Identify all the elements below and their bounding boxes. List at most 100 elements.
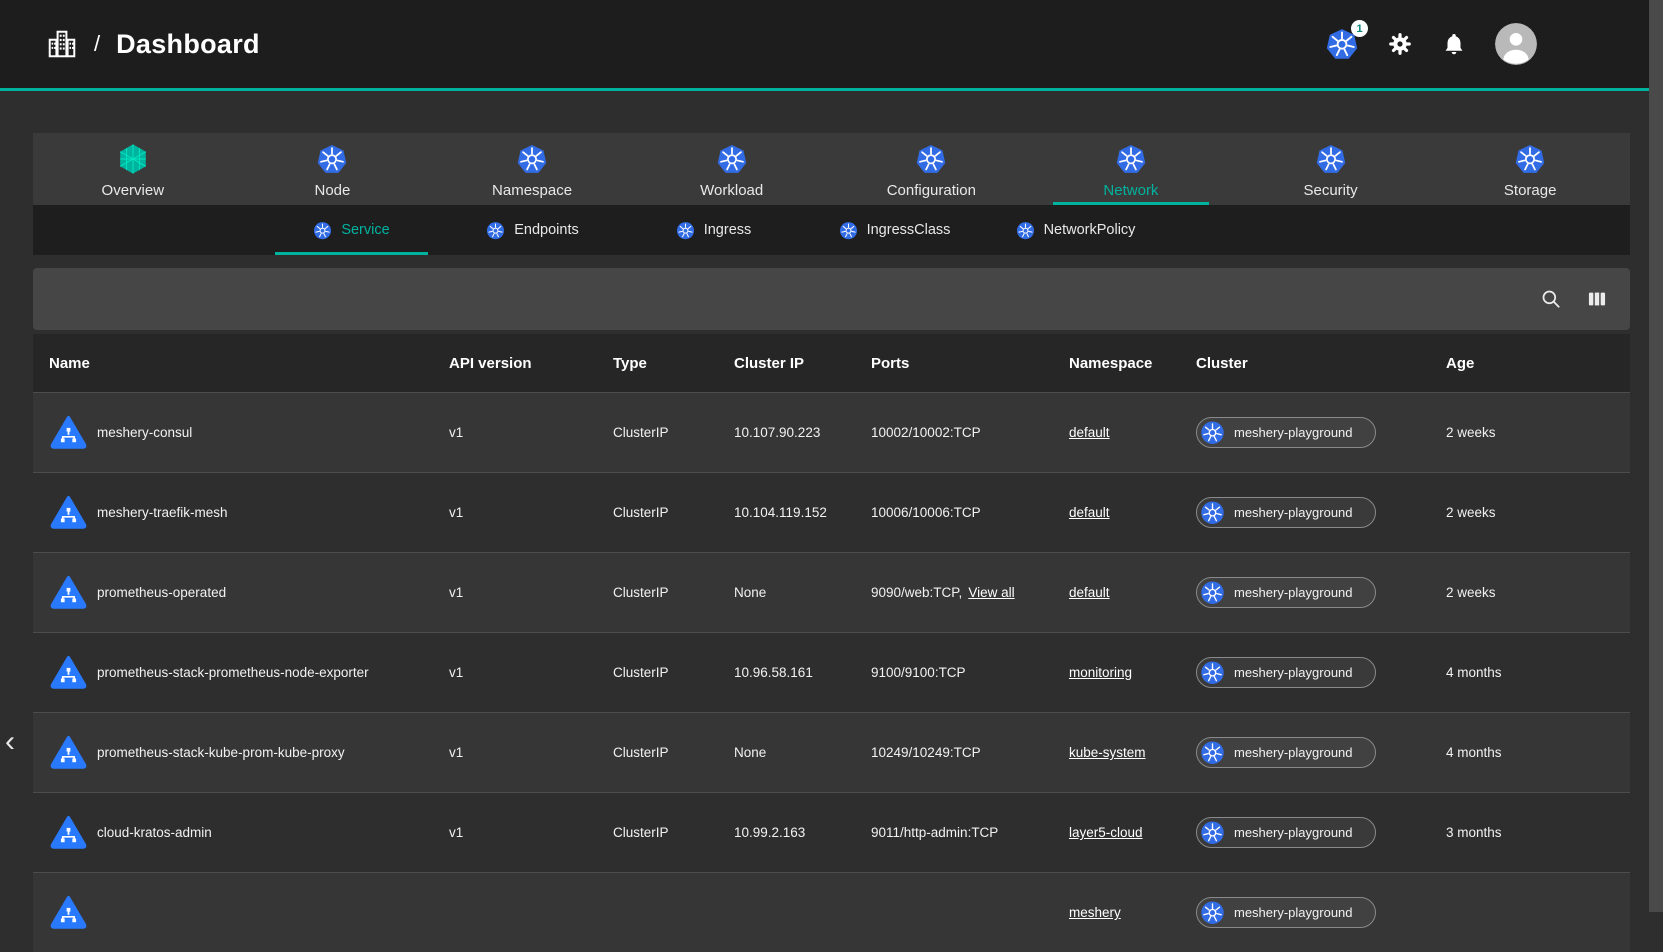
kubernetes-icon [1016,221,1035,240]
tab-network[interactable]: Network [1031,133,1231,205]
kubernetes-icon [516,143,548,175]
cluster-chip[interactable]: meshery-playground [1196,897,1376,928]
subtab-label: Service [341,222,389,238]
kubernetes-icon [1200,820,1225,845]
view-all-link[interactable]: View all [968,585,1014,600]
tab-configuration[interactable]: Configuration [832,133,1032,205]
table-row[interactable]: meshery meshery-playground [33,872,1630,952]
subtab-ingress[interactable]: Ingress [623,205,804,255]
resource-tabs-card: Overview Node Namespace Workload Configu… [33,133,1630,255]
search-button[interactable] [1540,288,1562,310]
namespace-link[interactable]: meshery [1069,905,1121,920]
cluster-chip[interactable]: meshery-playground [1196,737,1376,768]
cluster-ip: 10.107.90.223 [734,425,871,440]
namespace-link[interactable]: monitoring [1069,665,1132,680]
tab-storage[interactable]: Storage [1430,133,1630,205]
subtab-label: Ingress [704,222,752,238]
tab-label: Security [1303,182,1357,199]
tab-label: Node [315,182,351,199]
settings-button[interactable] [1387,31,1413,57]
kubernetes-icon [486,221,505,240]
column-header-name[interactable]: Name [49,355,449,372]
api-version: v1 [449,745,613,760]
context-count-badge: 1 [1351,20,1368,37]
app-header: / Dashboard 1 [0,0,1649,88]
column-header-namespace[interactable]: Namespace [1069,355,1196,372]
service-icon [49,654,88,691]
kubernetes-icon [1115,143,1147,175]
table-toolbar [33,268,1630,330]
column-header-api-version[interactable]: API version [449,355,613,372]
age: 2 weeks [1446,425,1630,440]
kubernetes-icon [316,143,348,175]
tab-label: Configuration [887,182,976,199]
kubernetes-icon [915,143,947,175]
services-table: Name API version Type Cluster IP Ports N… [33,334,1630,952]
subtab-ingressclass[interactable]: IngressClass [804,205,985,255]
cluster-ip: None [734,745,871,760]
kubernetes-icon [716,143,748,175]
subtab-endpoints[interactable]: Endpoints [442,205,623,255]
service-icon [49,734,88,771]
table-row[interactable]: cloud-kratos-admin v1 ClusterIP 10.99.2.… [33,792,1630,872]
column-header-ports[interactable]: Ports [871,355,1069,372]
tab-security[interactable]: Security [1231,133,1431,205]
service-name: meshery-consul [97,425,192,440]
api-version: v1 [449,425,613,440]
table-row[interactable]: meshery-consul v1 ClusterIP 10.107.90.22… [33,392,1630,472]
organization-icon [46,28,78,60]
network-sub-tab-bar: Service Endpoints Ingress IngressClass N… [33,205,1630,255]
cluster-chip[interactable]: meshery-playground [1196,577,1376,608]
breadcrumb-separator: / [94,31,100,57]
view-columns-button[interactable] [1586,288,1608,310]
column-header-cluster-ip[interactable]: Cluster IP [734,355,871,372]
tab-workload[interactable]: Workload [632,133,832,205]
cluster-chip[interactable]: meshery-playground [1196,817,1376,848]
accent-divider [0,88,1649,91]
table-row[interactable]: meshery-traefik-mesh v1 ClusterIP 10.104… [33,472,1630,552]
kubernetes-icon [1200,900,1225,925]
user-avatar[interactable] [1495,23,1537,65]
service-name: prometheus-stack-kube-prom-kube-proxy [97,745,345,760]
page-title: Dashboard [116,29,260,60]
cluster-chip[interactable]: meshery-playground [1196,417,1376,448]
age: 4 months [1446,745,1630,760]
kubernetes-icon [313,221,332,240]
kubernetes-icon [676,221,695,240]
person-icon [1495,23,1537,65]
column-header-cluster[interactable]: Cluster [1196,355,1446,372]
cluster-chip[interactable]: meshery-playground [1196,657,1376,688]
ports: 10006/10006:TCP [871,505,981,520]
kubernetes-icon [1200,660,1225,685]
namespace-link[interactable]: kube-system [1069,745,1146,760]
namespace-link[interactable]: default [1069,585,1110,600]
notifications-button[interactable] [1441,31,1467,57]
namespace-link[interactable]: layer5-cloud [1069,825,1143,840]
service-type: ClusterIP [613,745,734,760]
tab-namespace[interactable]: Namespace [432,133,632,205]
namespace-link[interactable]: default [1069,425,1110,440]
service-icon [49,494,88,531]
kubernetes-context-button[interactable]: 1 [1325,27,1359,61]
kubernetes-icon [1315,143,1347,175]
service-type: ClusterIP [613,585,734,600]
column-header-age[interactable]: Age [1446,355,1630,372]
table-row[interactable]: prometheus-stack-kube-prom-kube-proxy v1… [33,712,1630,792]
ports: 9011/http-admin:TCP [871,825,998,840]
column-header-type[interactable]: Type [613,355,734,372]
api-version: v1 [449,825,613,840]
ports: 9090/web:TCP, [871,585,962,600]
cluster-ip: 10.96.58.161 [734,665,871,680]
tab-node[interactable]: Node [233,133,433,205]
table-row[interactable]: prometheus-stack-prometheus-node-exporte… [33,632,1630,712]
tab-overview[interactable]: Overview [33,133,233,205]
namespace-link[interactable]: default [1069,505,1110,520]
subtab-service[interactable]: Service [261,205,442,255]
sidebar-collapse-chevron-icon[interactable]: ‹ [1,726,19,760]
table-row[interactable]: prometheus-operated v1 ClusterIP None 90… [33,552,1630,632]
vertical-scrollbar[interactable] [1649,0,1663,912]
cluster-chip[interactable]: meshery-playground [1196,497,1376,528]
subtab-networkpolicy[interactable]: NetworkPolicy [985,205,1166,255]
service-icon [49,574,88,611]
service-icon [49,894,88,931]
